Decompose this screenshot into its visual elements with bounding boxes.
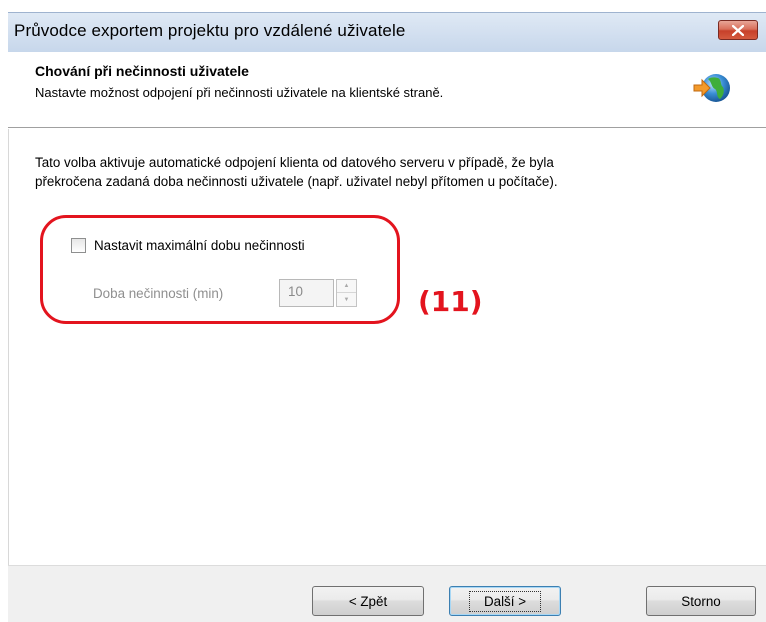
- highlight-oval: [40, 215, 400, 324]
- window-title: Průvodce exportem projektu pro vzdálené …: [14, 21, 406, 40]
- page-title: Chování při nečinnosti uživatele: [35, 63, 249, 79]
- close-icon: [732, 24, 744, 36]
- annotation-label: (11): [418, 285, 483, 318]
- wizard-body: Tato volba aktivuje automatické odpojení…: [8, 129, 766, 565]
- back-button[interactable]: < Zpět: [312, 586, 424, 616]
- page-subtitle: Nastavte možnost odpojení při nečinnosti…: [35, 85, 444, 100]
- export-wizard-window: Průvodce exportem projektu pro vzdálené …: [0, 0, 766, 622]
- next-button[interactable]: Další >: [449, 586, 561, 616]
- description-line-1: Tato volba aktivuje automatické odpojení…: [35, 155, 554, 170]
- wizard-header: Chování při nečinnosti uživatele Nastavt…: [8, 52, 766, 128]
- wizard-footer: < Zpět Další > Storno: [8, 565, 766, 622]
- cancel-button-label: Storno: [681, 593, 721, 609]
- description-line-2: překročena zadaná doba nečinnosti uživat…: [35, 174, 558, 189]
- globe-arrow-icon: [693, 74, 730, 102]
- back-button-label: < Zpět: [348, 593, 388, 609]
- cancel-button[interactable]: Storno: [646, 586, 756, 616]
- title-bar: Průvodce exportem projektu pro vzdálené …: [8, 12, 766, 52]
- next-button-label: Další >: [468, 590, 542, 612]
- close-button[interactable]: [718, 20, 758, 40]
- description: Tato volba aktivuje automatické odpojení…: [35, 153, 735, 191]
